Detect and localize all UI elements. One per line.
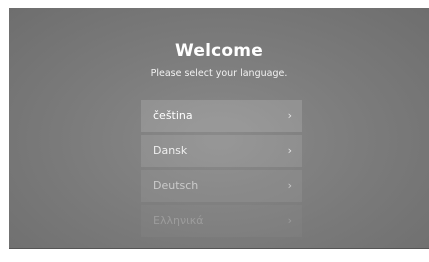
chevron-right-icon: › [287,109,292,122]
chevron-right-icon: › [287,179,292,192]
language-option-deutsch[interactable]: Deutsch › [141,170,302,202]
language-label: Dansk [153,144,188,157]
bottom-divider [9,248,429,249]
language-option-cestina[interactable]: čeština › [141,100,302,132]
language-label: Ελληνικά [153,214,204,227]
chevron-right-icon: › [287,214,292,227]
welcome-title: Welcome [175,41,263,61]
language-option-dansk[interactable]: Dansk › [141,135,302,167]
language-label: Deutsch [153,179,199,192]
chevron-right-icon: › [287,144,292,157]
language-label: čeština [153,109,193,122]
language-option-greek[interactable]: Ελληνικά › [141,205,302,237]
language-prompt: Please select your language. [150,68,288,79]
language-list: čeština › Dansk › Deutsch › Ελληνικά › [141,100,302,240]
welcome-screen: Welcome Please select your language. češ… [9,8,429,248]
